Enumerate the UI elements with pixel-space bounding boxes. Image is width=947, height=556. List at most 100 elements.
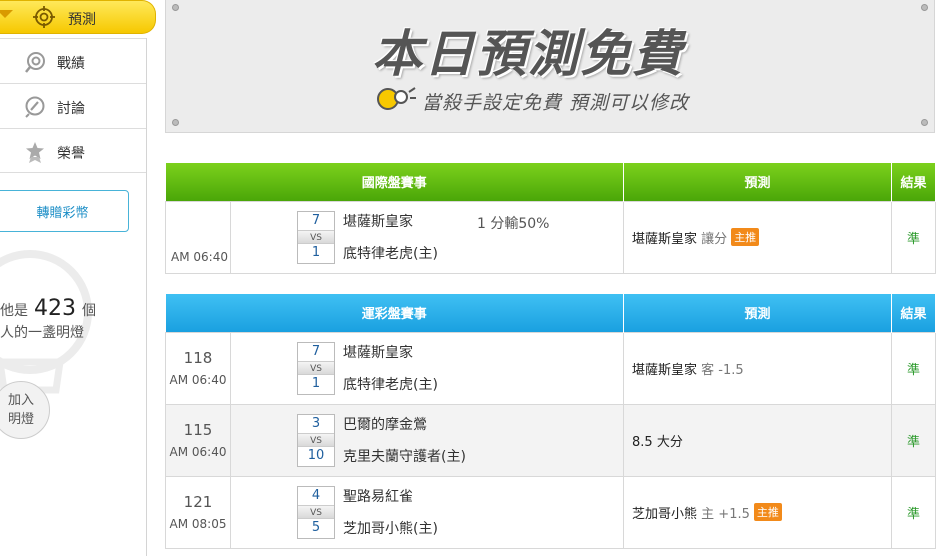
- game-time: AM 08:05: [169, 517, 227, 531]
- gift-coins-button[interactable]: 轉贈彩幣: [0, 190, 129, 232]
- join-lamp-button[interactable]: 加入 明燈: [0, 381, 50, 439]
- game-time-cell: 115 AM 06:40: [165, 403, 231, 477]
- matchup-cell: 4 VS 5 聖路易紅雀 芝加哥小熊(主): [229, 475, 625, 550]
- table-row: 118 AM 06:40 7 VS 1 堪薩斯皇家 底特律老虎(主) 堪薩斯皇家…: [165, 331, 937, 406]
- header-prediction: 預測: [623, 163, 893, 201]
- prediction-team: 堪薩斯皇家: [632, 231, 698, 247]
- table-row: 121 AM 08:05 4 VS 5 聖路易紅雀 芝加哥小熊(主) 芝加哥小熊…: [165, 475, 937, 550]
- handicap-text: 1 分輸50%: [477, 215, 550, 232]
- vs-label: VS: [298, 504, 334, 519]
- score-box: 7 VS 1: [297, 210, 335, 264]
- away-score: 7: [311, 343, 321, 359]
- table-row: AM 06:40 7 VS 1 堪薩斯皇家 底特律老虎(主) 1 分輸50% 堪…: [165, 200, 937, 275]
- home-team: 底特律老虎(主): [343, 245, 438, 262]
- active-arrow-icon: [0, 10, 13, 18]
- score-box: 4 VS 5: [297, 485, 335, 539]
- away-team: 堪薩斯皇家: [343, 213, 413, 230]
- score-box: 3 VS 10: [297, 413, 335, 467]
- header-games: 國際盤賽事: [165, 163, 625, 201]
- matchup-cell: 7 VS 1 堪薩斯皇家 底特律老虎(主): [229, 331, 625, 406]
- result-cell: 準: [891, 331, 937, 405]
- banner-title: 本日預測免費: [372, 25, 684, 83]
- free-prediction-banner: 本日預測免費 當殺手設定免費 預測可以修改: [165, 0, 935, 133]
- lamp-prefix: 他是: [0, 303, 28, 319]
- main-pick-badge: 主推: [753, 502, 782, 521]
- header-result: 結果: [891, 294, 937, 332]
- target-icon: [33, 6, 55, 28]
- home-score: 5: [311, 519, 321, 535]
- game-number: 118: [183, 349, 213, 367]
- nav-item-honor[interactable]: 榮譽: [0, 128, 146, 173]
- sidebar: 預測 戰績 討論 榮譽 轉贈彩幣 他是 423 個 人的一盞明燈 加入 明燈: [0, 0, 156, 556]
- game-number: 115: [183, 421, 213, 439]
- table-row: 115 AM 06:40 3 VS 10 巴爾的摩金鶯 克里夫蘭守護者(主) 8…: [165, 403, 937, 477]
- away-score: 3: [311, 415, 321, 431]
- game-time-cell: 121 AM 08:05: [165, 475, 231, 549]
- table-header-row: 國際盤賽事 預測 結果: [165, 163, 937, 201]
- home-team: 克里夫蘭守護者(主): [343, 448, 466, 465]
- prediction-cell: 芝加哥小熊 主 +1.5 主推: [623, 475, 893, 549]
- away-team: 巴爾的摩金鶯: [343, 416, 427, 433]
- nav-label-honor: 榮譽: [57, 146, 85, 162]
- screw-icon: [172, 4, 179, 11]
- nav-item-record[interactable]: 戰績: [0, 38, 146, 83]
- nav-label-predict: 預測: [68, 12, 96, 28]
- matchup-cell: 7 VS 1 堪薩斯皇家 底特律老虎(主) 1 分輸50%: [229, 200, 625, 275]
- away-team: 堪薩斯皇家: [343, 344, 413, 361]
- nav-label-discussion: 討論: [57, 101, 85, 117]
- header-games: 運彩盤賽事: [165, 294, 625, 332]
- game-number: 121: [183, 493, 213, 511]
- header-prediction: 預測: [623, 294, 893, 332]
- nav-label-record: 戰績: [57, 56, 85, 72]
- lamp-count: 423: [34, 296, 76, 321]
- discussion-icon: [25, 96, 45, 118]
- vs-label: VS: [298, 360, 334, 375]
- lamp-subtext: 人的一盞明燈: [0, 325, 84, 341]
- result-cell: 準: [891, 403, 937, 477]
- home-score: 1: [311, 244, 321, 260]
- lamp-count-text: 他是 423 個: [0, 296, 96, 321]
- bulb-glow-icon: [377, 87, 416, 110]
- home-team: 底特律老虎(主): [343, 376, 438, 393]
- prediction-cell: 8.5 大分: [623, 403, 893, 477]
- nav-item-discussion[interactable]: 討論: [0, 83, 146, 128]
- team-names: 聖路易紅雀 芝加哥小熊(主): [343, 486, 438, 550]
- lottery-games-table: 運彩盤賽事 預測 結果 118 AM 06:40 7 VS 1 堪薩斯皇家 底特…: [165, 294, 937, 550]
- game-time-cell: AM 06:40: [165, 200, 231, 274]
- join-label-1: 加入: [7, 393, 34, 408]
- game-time: AM 06:40: [169, 373, 227, 387]
- prediction-cell: 堪薩斯皇家 客 -1.5: [623, 331, 893, 405]
- game-time: AM 06:40: [171, 250, 228, 264]
- screw-icon: [921, 4, 928, 11]
- prediction-extra: 讓分: [701, 231, 728, 247]
- prediction-cell: 堪薩斯皇家 讓分 主推: [623, 200, 893, 274]
- score-box: 7 VS 1: [297, 341, 335, 395]
- team-names: 堪薩斯皇家 底特律老虎(主): [343, 342, 438, 406]
- home-score: 10: [307, 447, 325, 463]
- lamp-suffix: 個: [82, 303, 96, 319]
- nav-item-predict[interactable]: 預測: [0, 0, 156, 34]
- home-score: 1: [311, 375, 321, 391]
- vs-label: VS: [298, 229, 334, 244]
- vs-label: VS: [298, 432, 334, 447]
- prediction-extra: 主 +1.5: [701, 506, 750, 522]
- prediction-extra: 客 -1.5: [701, 362, 744, 378]
- prediction-team: 8.5 大分: [632, 434, 683, 450]
- banner-subtitle: 當殺手設定免費 預測可以修改: [422, 92, 690, 114]
- header-result: 結果: [891, 163, 937, 201]
- game-time-cell: 118 AM 06:40: [165, 331, 231, 405]
- matchup-cell: 3 VS 10 巴爾的摩金鶯 克里夫蘭守護者(主): [229, 403, 625, 477]
- record-icon: [25, 52, 45, 73]
- game-time: AM 06:40: [169, 445, 227, 459]
- home-team: 芝加哥小熊(主): [343, 520, 438, 537]
- screw-icon: [921, 119, 928, 126]
- team-names: 堪薩斯皇家 底特律老虎(主): [343, 211, 438, 275]
- away-score: 7: [311, 212, 321, 228]
- prediction-team: 芝加哥小熊: [632, 506, 698, 522]
- away-team: 聖路易紅雀: [343, 488, 413, 505]
- table-header-row: 運彩盤賽事 預測 結果: [165, 294, 937, 332]
- prediction-team: 堪薩斯皇家: [632, 362, 698, 378]
- screw-icon: [172, 119, 179, 126]
- medal-icon: [26, 142, 44, 163]
- international-games-table: 國際盤賽事 預測 結果 AM 06:40 7 VS 1 堪薩斯皇家 底特律老虎(…: [165, 163, 937, 275]
